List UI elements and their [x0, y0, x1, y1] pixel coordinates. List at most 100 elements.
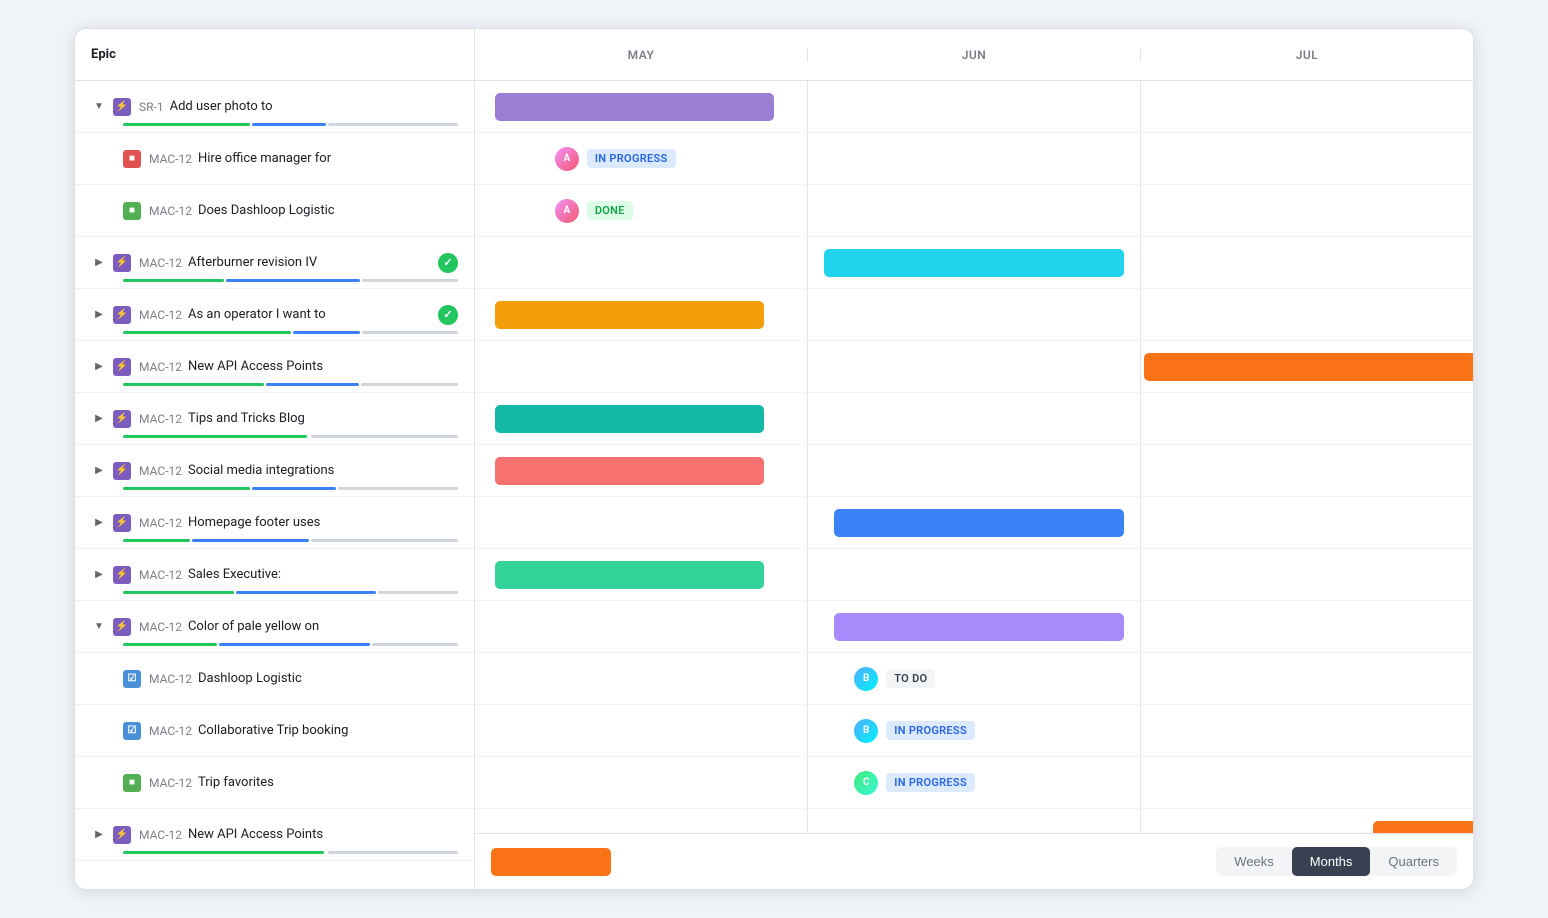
progress-bars-social [123, 487, 458, 490]
view-tabs: Weeks Months Quarters [1216, 847, 1457, 876]
left-header: Epic [75, 29, 474, 81]
bar-sr1[interactable] [495, 93, 774, 121]
gantt-row-color-pale [475, 601, 1473, 653]
bar-operator[interactable] [495, 301, 764, 329]
task-id-trip: MAC-12 [149, 724, 192, 738]
progress-bars-sr1 [123, 123, 458, 126]
status-dashloop2: B TO DO [854, 667, 935, 691]
chevron-tips[interactable] [91, 411, 107, 427]
task-id-tips: MAC-12 [139, 412, 182, 426]
pb-gray-operator [362, 331, 459, 334]
row-social: ⚡ MAC-12 Social media integrations [75, 445, 474, 497]
left-body: ⚡ SR-1 Add user photo to ■ MAC-12 Hire o… [75, 81, 474, 889]
tab-months[interactable]: Months [1292, 847, 1371, 876]
gantt-row-tips [475, 393, 1473, 445]
chevron-color-pale[interactable] [91, 619, 107, 635]
chevron-sr1[interactable] [91, 99, 107, 115]
gantt-row-trip: B IN PROGRESS [475, 705, 1473, 757]
row-color-pale: ⚡ MAC-12 Color of pale yellow on [75, 601, 474, 653]
pb-blue-sales [236, 591, 377, 594]
chevron-afterburner[interactable] [91, 255, 107, 271]
bar-afterburner[interactable] [824, 249, 1123, 277]
task-id-afterburner: MAC-12 [139, 256, 182, 270]
avatar-trip: B [854, 719, 878, 743]
pb-green-sales [123, 591, 234, 594]
epic-icon-homepage: ⚡ [113, 514, 131, 532]
month-jun: JUN [808, 48, 1141, 62]
progress-bars-sales [123, 591, 458, 594]
gantt-row-hire: A IN PROGRESS [475, 133, 1473, 185]
pb-green-tips [123, 435, 307, 438]
row-new-api2: ⚡ MAC-12 New API Access Points [75, 809, 474, 861]
avatar-dashloop2: B [854, 667, 878, 691]
pb-blue-operator [293, 331, 360, 334]
task-name-color-pale: Color of pale yellow on [188, 619, 458, 634]
task-name-new-api: New API Access Points [188, 359, 458, 374]
gantt-row-social [475, 445, 1473, 497]
epic-icon-dashloop: ■ [123, 202, 141, 220]
status-trip: B IN PROGRESS [854, 719, 975, 743]
pb-green-operator [123, 331, 291, 334]
check-operator [438, 305, 458, 325]
task-name-trip: Collaborative Trip booking [198, 723, 458, 738]
progress-bars-afterburner [123, 279, 458, 282]
status-trip-fav: C IN PROGRESS [854, 771, 975, 795]
tab-quarters[interactable]: Quarters [1370, 847, 1457, 876]
pb-blue-color-pale [219, 643, 370, 646]
chevron-operator[interactable] [91, 307, 107, 323]
bar-social[interactable] [495, 457, 764, 485]
pb-green-sr1 [123, 123, 250, 126]
pb-gray-new-api [361, 383, 458, 386]
task-id-new-api: MAC-12 [139, 360, 182, 374]
chevron-homepage[interactable] [91, 515, 107, 531]
left-panel: Epic ⚡ SR-1 Add user photo to [75, 29, 475, 889]
task-name-trip-fav: Trip favorites [198, 775, 458, 790]
task-id-hire: MAC-12 [149, 152, 192, 166]
bottom-toolbar: Weeks Months Quarters [475, 833, 1473, 889]
epic-icon-trip: ☑ [123, 722, 141, 740]
progress-bars-new-api2 [123, 851, 458, 854]
pb-gray-new-api2 [328, 851, 458, 854]
bar-color-pale[interactable] [834, 613, 1123, 641]
bar-tips[interactable] [495, 405, 764, 433]
chevron-social[interactable] [91, 463, 107, 479]
epic-icon-new-api: ⚡ [113, 358, 131, 376]
pb-green-new-api2 [123, 851, 324, 854]
pb-blue-sr1 [252, 123, 326, 126]
pb-gray-sales [378, 591, 458, 594]
row-tips: ⚡ MAC-12 Tips and Tricks Blog [75, 393, 474, 445]
pb-blue-homepage [192, 539, 309, 542]
row-dashloop: ■ MAC-12 Does Dashloop Logistic [75, 185, 474, 237]
gantt-row-dashloop: A DONE [475, 185, 1473, 237]
avatar-trip-fav: C [854, 771, 878, 795]
task-id-color-pale: MAC-12 [139, 620, 182, 634]
task-id-homepage: MAC-12 [139, 516, 182, 530]
gantt-row-operator [475, 289, 1473, 341]
chevron-new-api2[interactable] [91, 827, 107, 843]
gantt-wrapper: Epic ⚡ SR-1 Add user photo to [75, 29, 1473, 889]
avatar-dashloop: A [555, 199, 579, 223]
epic-icon-operator: ⚡ [113, 306, 131, 324]
pb-blue-new-api [266, 383, 360, 386]
epic-icon-sales: ⚡ [113, 566, 131, 584]
tab-weeks[interactable]: Weeks [1216, 847, 1292, 876]
epic-icon-new-api2: ⚡ [113, 826, 131, 844]
row-homepage: ⚡ MAC-12 Homepage footer uses [75, 497, 474, 549]
row-sales: ⚡ MAC-12 Sales Executive: [75, 549, 474, 601]
pb-green-homepage [123, 539, 190, 542]
task-id-dashloop: MAC-12 [149, 204, 192, 218]
row-sr1: ⚡ SR-1 Add user photo to [75, 81, 474, 133]
task-name-new-api2: New API Access Points [188, 827, 458, 842]
chevron-sales[interactable] [91, 567, 107, 583]
status-hire: A IN PROGRESS [555, 147, 676, 171]
chevron-new-api[interactable] [91, 359, 107, 375]
row-operator: ⚡ MAC-12 As an operator I want to [75, 289, 474, 341]
right-panel: MAY JUN JUL A IN [475, 29, 1473, 889]
epic-icon-sr1: ⚡ [113, 98, 131, 116]
bar-new-api[interactable] [1144, 353, 1473, 381]
gantt-row-sr1 [475, 81, 1473, 133]
badge-dashloop2: TO DO [886, 669, 935, 688]
pb-gray-color-pale [372, 643, 458, 646]
bar-sales[interactable] [495, 561, 764, 589]
bar-homepage[interactable] [834, 509, 1123, 537]
